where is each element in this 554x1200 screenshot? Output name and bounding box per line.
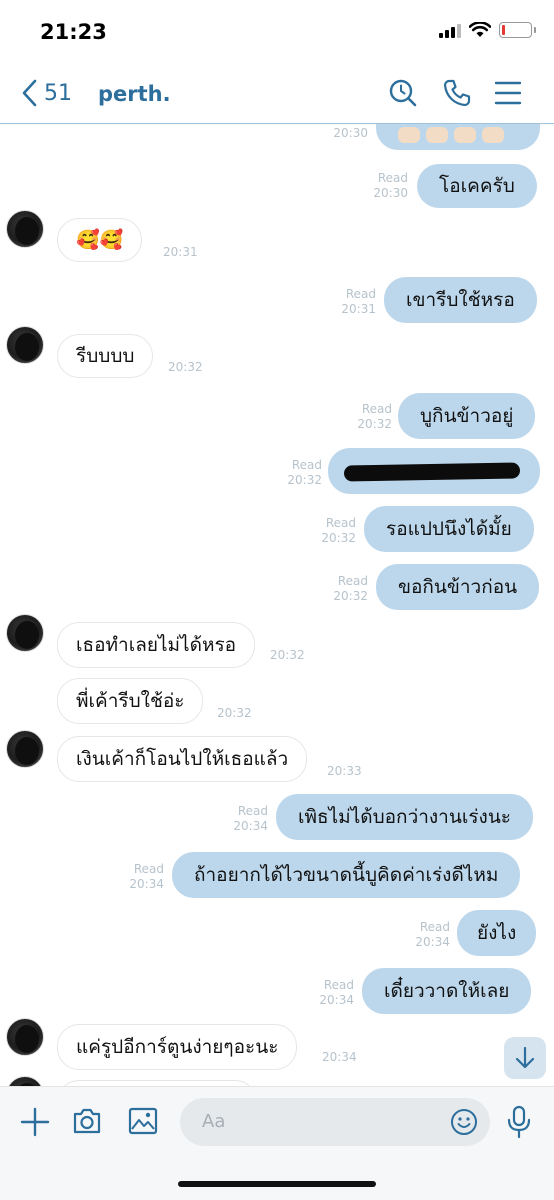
message-time: 20:32 [270,648,305,662]
message-bubble[interactable]: บูกินข้าวอยู่ [398,393,536,439]
message-bubble[interactable]: ถ้าอยากได้ไวขนาดนี้บูคิดค่าเร่งดีไหม [172,852,521,898]
message-bubble[interactable]: เขารีบใช้หรอ [384,277,537,323]
read-receipt: Read [291,458,322,472]
message-time: 20:32 [287,473,322,487]
message-time: 20:34 [233,819,268,833]
message-bubble[interactable]: 🥰🥰 [57,218,143,262]
input-placeholder: Aa [202,1111,226,1132]
back-button[interactable]: 51 [20,78,72,108]
read-receipt: Read [419,920,450,934]
message-time: 20:31 [163,245,198,259]
chat-title: perth. [98,82,171,106]
read-receipt: Read [345,287,376,301]
read-receipt: Read [337,574,368,588]
message-bubble[interactable]: พี่เค้ารีบใช้อ่ะ [57,678,204,724]
sticker-bubble[interactable] [376,124,540,150]
avatar[interactable] [6,730,44,768]
read-receipt: Read [377,171,408,185]
message-bubble[interactable]: โอเคครับ [417,164,537,208]
chat-header: 51 perth. [0,66,554,124]
sticker-image [398,127,504,143]
wifi-icon [469,22,491,37]
message-input[interactable]: Aa [180,1098,490,1146]
phone-icon[interactable] [442,78,472,108]
message-bubble[interactable]: เธอทำเลยไม่ได้หรอ [57,622,256,668]
read-receipt: Read [323,978,354,992]
avatar[interactable] [6,1018,44,1056]
message-time: 20:32 [321,531,356,545]
message-time: 20:32 [217,706,252,720]
arrow-down-icon [515,1046,535,1069]
message-bubble[interactable]: ยังไง [457,910,537,956]
message-time: 20:32 [333,589,368,603]
status-time: 21:23 [40,20,107,44]
message-bubble[interactable]: แค่รูปอีการ์ตูนง่ายๆอะนะ [57,1024,298,1070]
message-time: 20:34 [322,1050,357,1064]
avatar[interactable] [6,326,44,364]
status-icons [439,22,536,38]
avatar[interactable] [6,614,44,652]
message-time: 20:32 [168,360,203,374]
menu-icon[interactable] [494,78,522,108]
message-bubble[interactable] [328,448,540,494]
home-indicator [178,1181,376,1187]
message-bubble[interactable]: เดี๋ยววาดให้เลย [362,968,532,1014]
microphone-icon[interactable] [506,1105,532,1139]
message-bubble[interactable]: เงินเค้าก็โอนไปให้เธอแล้ว [57,736,308,782]
message-time: 20:33 [327,764,362,778]
signal-icon [439,22,461,38]
read-receipt: Read [325,516,356,530]
message-time: 20:31 [341,302,376,316]
search-icon[interactable] [388,78,418,108]
read-receipt: Read [133,862,164,876]
battery-icon [499,22,536,38]
message-time: 20:30 [373,186,408,200]
message-bubble[interactable]: ขอกินข้าวก่อน [376,564,540,610]
avatar[interactable] [6,210,44,248]
message-bubble[interactable]: รีบบบบ [57,334,154,378]
message-bubble[interactable]: รอแปปนึงได้มั้ย [364,506,534,552]
read-receipt: Read [361,402,392,416]
image-icon[interactable] [128,1107,158,1135]
avatar[interactable] [6,1076,44,1086]
message-time: 20:30 [333,126,368,140]
status-bar: 21:23 [0,0,554,66]
message-list[interactable]: 20:30 Read 20:30 โอเคครับ 🥰🥰 20:31 Read … [0,124,554,1086]
scroll-to-bottom-button[interactable] [504,1037,546,1079]
message-time: 20:34 [415,935,450,949]
message-bubble[interactable]: เพิธไม่ได้บอกว่างานเร่งนะ [276,794,534,840]
read-receipt: Read [237,804,268,818]
chevron-left-icon [22,79,37,107]
redaction-mark [343,462,521,482]
plus-icon[interactable] [20,1107,50,1137]
message-time: 20:32 [357,417,392,431]
message-time: 20:34 [129,877,164,891]
message-time: 20:34 [319,993,354,1007]
emoji-icon[interactable] [450,1108,478,1136]
unread-count: 51 [44,80,72,106]
camera-icon[interactable] [72,1107,102,1135]
